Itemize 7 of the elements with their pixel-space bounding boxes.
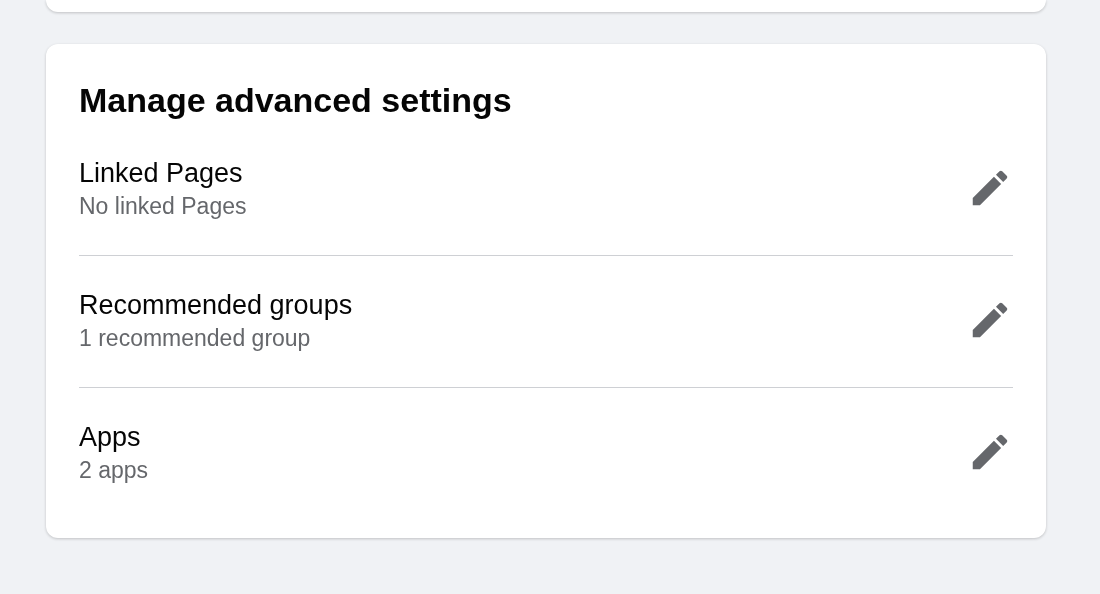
setting-detail: No linked Pages <box>79 192 247 221</box>
section-title: Manage advanced settings <box>79 80 513 121</box>
setting-label: Apps <box>79 421 142 454</box>
setting-label: Linked Pages <box>79 157 244 190</box>
setting-detail: 1 recommended group <box>79 324 312 353</box>
setting-detail: 2 apps <box>79 456 149 485</box>
setting-label: Recommended groups <box>79 289 353 322</box>
